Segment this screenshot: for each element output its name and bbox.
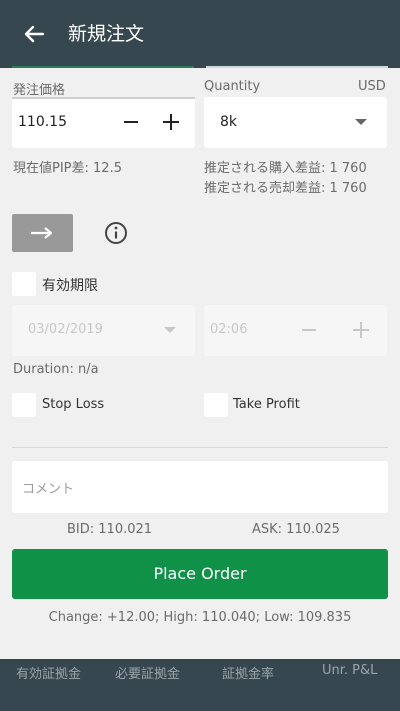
stop-loss-checkbox[interactable] (12, 393, 36, 417)
price-stepper-top-border (12, 97, 195, 99)
currency-label: USD (358, 79, 386, 94)
summary-required-margin: 必要証拠金 (115, 667, 181, 682)
stop-loss-label: Stop Loss (42, 397, 105, 412)
quantity-value: 8k (220, 114, 238, 130)
estimated-buy-profit: 推定される購入差益: 1 760 (204, 161, 367, 176)
take-profit-checkbox[interactable] (204, 393, 228, 417)
dropdown-caret-icon (164, 327, 176, 333)
pip-difference: 現在値PIP差: 12.5 (13, 161, 122, 176)
app-header: 新規注文 (0, 0, 400, 68)
dropdown-caret-icon (355, 119, 367, 125)
price-stepper: 110.15 (12, 97, 195, 148)
plus-icon[interactable] (161, 112, 181, 132)
minus-icon[interactable] (122, 113, 140, 131)
summary-equity: 有効証拠金 (16, 667, 82, 682)
comment-placeholder: コメント (22, 482, 75, 497)
estimated-sell-profit: 推定される売却差益: 1 760 (204, 181, 367, 196)
market-stats: Change: +12.00; High: 110.040; Low: 109.… (48, 610, 352, 625)
take-profit-label: Take Profit (233, 397, 300, 412)
duration-text: Duration: n/a (13, 362, 99, 377)
place-order-button[interactable]: Place Order (12, 549, 388, 599)
plus-icon[interactable] (351, 320, 371, 340)
tab-indicator-active (12, 66, 194, 68)
expiry-date-value: 03/02/2019 (28, 322, 103, 337)
page-title: 新規注文 (68, 23, 145, 45)
comment-field[interactable]: コメント (12, 461, 388, 513)
account-summary-bar: 有効証拠金 必要証拠金 証拠金率 Unr. P&L (0, 659, 400, 711)
price-input[interactable]: 110.15 (18, 114, 67, 130)
quantity-select[interactable]: 8k (204, 97, 387, 148)
arrow-right-icon (31, 227, 53, 239)
summary-margin-ratio: 証拠金率 (222, 667, 275, 682)
expiry-checkbox[interactable] (12, 272, 36, 296)
bid-price: BID: 110.021 (67, 522, 153, 537)
expiry-label: 有効期限 (42, 278, 98, 294)
ask-price: ASK: 110.025 (252, 522, 340, 537)
quantity-label: Quantity (204, 79, 261, 94)
price-label: 発注価格 (13, 83, 66, 98)
back-arrow-icon[interactable] (20, 20, 48, 48)
tab-indicator (206, 66, 388, 68)
section-divider (12, 447, 388, 448)
expiry-date-select[interactable]: 03/02/2019 (12, 305, 195, 356)
expiry-time-stepper: 02:06 (204, 305, 387, 356)
minus-icon[interactable] (300, 321, 318, 339)
expiry-time-value[interactable]: 02:06 (210, 322, 247, 337)
summary-unrealized-pl: Unr. P&L (322, 663, 378, 678)
info-icon[interactable] (104, 221, 128, 245)
direction-toggle-button[interactable] (12, 214, 73, 252)
